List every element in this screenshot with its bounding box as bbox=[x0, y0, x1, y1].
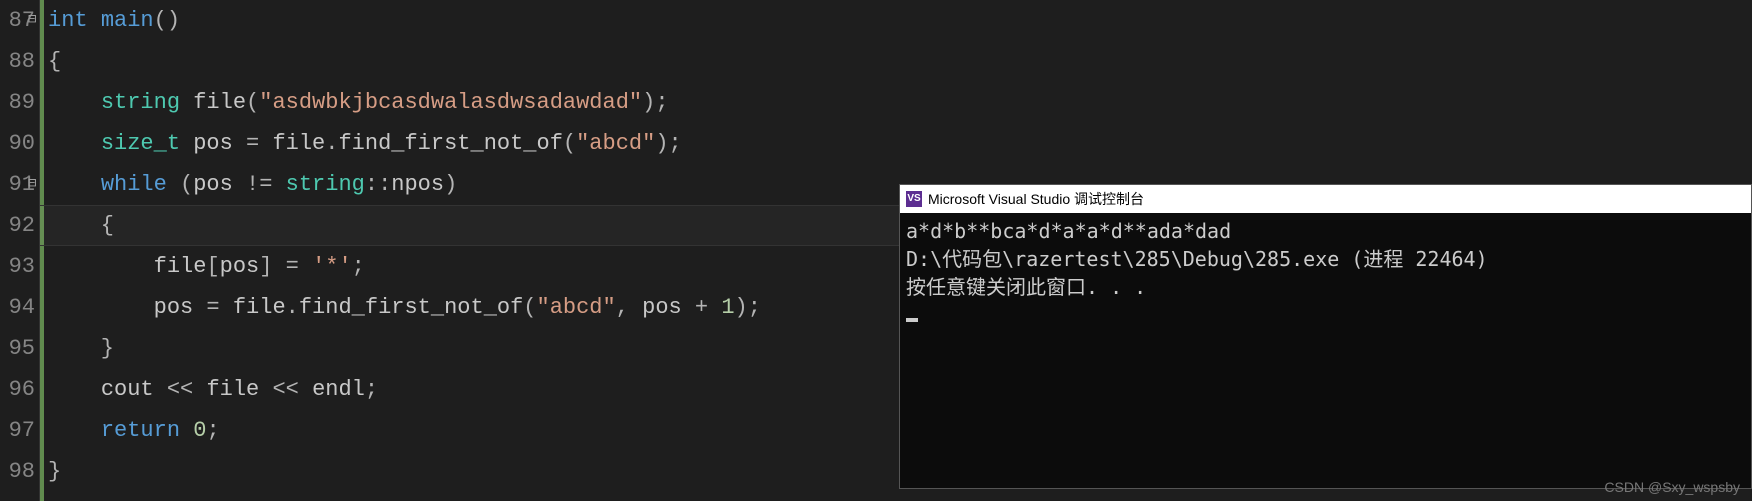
token-id: endl bbox=[312, 377, 365, 402]
token-kw: return bbox=[101, 418, 180, 443]
token-op: = bbox=[193, 295, 233, 320]
line-number: 93 bbox=[0, 246, 35, 287]
code-line[interactable]: { bbox=[48, 41, 1752, 82]
token-str: '*' bbox=[312, 254, 352, 279]
console-cursor bbox=[906, 301, 1745, 329]
token-op: ( bbox=[563, 131, 576, 156]
console-window: VS Microsoft Visual Studio 调试控制台 a*d*b**… bbox=[899, 184, 1752, 489]
token-type: size_t bbox=[101, 131, 180, 156]
token-op: + bbox=[682, 295, 722, 320]
fold-toggle-icon[interactable]: ⊟ bbox=[28, 164, 36, 205]
token-op: ] = bbox=[259, 254, 312, 279]
token-id: file bbox=[154, 254, 207, 279]
token-op bbox=[48, 295, 154, 320]
token-op: << bbox=[154, 377, 207, 402]
token-op bbox=[48, 90, 101, 115]
code-line[interactable]: ⊟int main() bbox=[48, 0, 1752, 41]
console-line: D:\代码包\razertest\285\Debug\285.exe (进程 2… bbox=[906, 245, 1745, 273]
token-id: pos bbox=[642, 295, 682, 320]
token-op: { bbox=[48, 213, 114, 238]
token-op bbox=[180, 131, 193, 156]
visual-studio-icon: VS bbox=[906, 191, 922, 207]
token-str: "abcd" bbox=[537, 295, 616, 320]
console-line: a*d*b**bca*d*a*a*d**ada*dad bbox=[906, 217, 1745, 245]
token-id: pos bbox=[193, 131, 233, 156]
token-op: ); bbox=[642, 90, 668, 115]
token-type: string bbox=[101, 90, 180, 115]
token-op: << bbox=[259, 377, 312, 402]
fold-toggle-icon[interactable]: ⊟ bbox=[28, 0, 36, 41]
line-number-gutter: 878889909192939495969798 bbox=[0, 0, 40, 501]
watermark: CSDN @Sxy_wspsby bbox=[1604, 479, 1740, 495]
line-number: 92 bbox=[0, 205, 35, 246]
token-func: find_first_not_of bbox=[338, 131, 562, 156]
token-op: () bbox=[154, 8, 180, 33]
token-kw: int bbox=[48, 8, 88, 33]
token-op: ); bbox=[735, 295, 761, 320]
line-number: 88 bbox=[0, 41, 35, 82]
console-line: 按任意键关闭此窗口. . . bbox=[906, 273, 1745, 301]
token-op: ; bbox=[352, 254, 365, 279]
token-str: "abcd" bbox=[576, 131, 655, 156]
token-op: ( bbox=[523, 295, 536, 320]
token-op bbox=[180, 90, 193, 115]
token-op bbox=[48, 131, 101, 156]
token-op: ); bbox=[655, 131, 681, 156]
token-op: = bbox=[233, 131, 273, 156]
token-num: 1 bbox=[721, 295, 734, 320]
line-number: 98 bbox=[0, 451, 35, 492]
token-id: npos bbox=[391, 172, 444, 197]
token-op bbox=[48, 172, 101, 197]
line-number: 96 bbox=[0, 369, 35, 410]
token-kw: while bbox=[101, 172, 167, 197]
code-line[interactable]: size_t pos = file.find_first_not_of("abc… bbox=[48, 123, 1752, 164]
line-number: 97 bbox=[0, 410, 35, 451]
token-op: != bbox=[233, 172, 286, 197]
token-op bbox=[88, 8, 101, 33]
token-id: pos bbox=[193, 172, 233, 197]
token-op: :: bbox=[365, 172, 391, 197]
token-op bbox=[48, 377, 101, 402]
token-op: } bbox=[48, 336, 114, 361]
line-number: 89 bbox=[0, 82, 35, 123]
token-op: , bbox=[616, 295, 642, 320]
token-op bbox=[48, 418, 101, 443]
token-kw: main bbox=[101, 8, 154, 33]
token-op: ; bbox=[365, 377, 378, 402]
token-op: . bbox=[325, 131, 338, 156]
token-op: ( bbox=[246, 90, 259, 115]
token-func: find_first_not_of bbox=[299, 295, 523, 320]
code-line[interactable]: string file("asdwbkjbcasdwalasdwsadawdad… bbox=[48, 82, 1752, 123]
token-op: ) bbox=[444, 172, 457, 197]
console-output[interactable]: a*d*b**bca*d*a*a*d**ada*dadD:\代码包\razert… bbox=[900, 213, 1751, 333]
console-titlebar[interactable]: VS Microsoft Visual Studio 调试控制台 bbox=[900, 185, 1751, 213]
line-number: 95 bbox=[0, 328, 35, 369]
token-str: "asdwbkjbcasdwalasdwsadawdad" bbox=[259, 90, 642, 115]
token-id: pos bbox=[154, 295, 194, 320]
token-op: ( bbox=[167, 172, 193, 197]
token-op: . bbox=[286, 295, 299, 320]
line-number: 90 bbox=[0, 123, 35, 164]
token-id: file bbox=[272, 131, 325, 156]
token-type: string bbox=[286, 172, 365, 197]
line-number: 94 bbox=[0, 287, 35, 328]
token-op: { bbox=[48, 49, 61, 74]
token-id: pos bbox=[220, 254, 260, 279]
token-id: file bbox=[206, 377, 259, 402]
token-op: } bbox=[48, 459, 61, 484]
token-id: file bbox=[193, 90, 246, 115]
token-num: 0 bbox=[193, 418, 206, 443]
token-id: file bbox=[233, 295, 286, 320]
token-op: [ bbox=[206, 254, 219, 279]
token-op bbox=[48, 254, 154, 279]
console-title: Microsoft Visual Studio 调试控制台 bbox=[928, 185, 1144, 213]
token-op bbox=[180, 418, 193, 443]
token-op: ; bbox=[206, 418, 219, 443]
token-id: cout bbox=[101, 377, 154, 402]
